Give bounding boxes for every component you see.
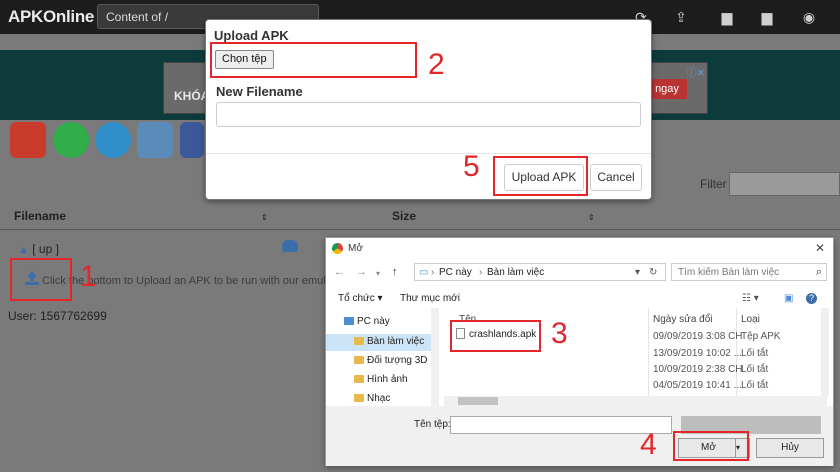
folder-icon xyxy=(354,394,364,402)
search-icon: ⌕ xyxy=(815,266,822,278)
column-type[interactable]: Loại xyxy=(741,314,760,325)
file-date: 04/05/2019 10:41 ... xyxy=(653,380,742,391)
tree-item-desktop[interactable]: Bàn làm việc xyxy=(354,336,424,347)
ad-cta[interactable]: ngay xyxy=(647,79,687,99)
forward-icon[interactable]: → xyxy=(356,266,367,278)
chevron-right-icon: › xyxy=(479,267,483,278)
tree-item-pictures[interactable]: Hình ảnh xyxy=(354,374,408,385)
app-grid-icon[interactable] xyxy=(137,122,173,158)
annotation-box-2 xyxy=(210,42,417,78)
filter-input[interactable] xyxy=(729,172,840,196)
chrome-icon xyxy=(332,243,343,254)
annotation-number-5: 5 xyxy=(463,150,480,183)
pc-icon xyxy=(344,317,354,325)
path-label: Content of / xyxy=(106,10,169,24)
search-placeholder: Tìm kiếm Bàn làm việc xyxy=(678,267,780,278)
preview-pane-icon[interactable]: ▣ xyxy=(784,293,793,304)
pc-icon: ▭ xyxy=(419,267,429,278)
header-divider xyxy=(0,229,840,230)
organize-menu[interactable]: Tổ chức ▾ xyxy=(338,293,383,304)
file-type: Lối tắt xyxy=(741,380,769,391)
file-type: Lối tắt xyxy=(741,364,769,375)
address-bar[interactable]: ▭ › PC này › Bàn làm việc ▾ ↻ xyxy=(414,263,666,281)
upload-icon[interactable]: ⇪ xyxy=(672,8,690,26)
annotation-box-4 xyxy=(673,431,749,461)
filter-label: Filter xyxy=(700,177,727,191)
file-date: 13/09/2019 10:02 ... xyxy=(653,348,742,359)
dialog-title: Mở xyxy=(348,243,363,254)
annotation-number-1: 1 xyxy=(80,260,97,293)
breadcrumb-desktop[interactable]: Bàn làm việc xyxy=(487,267,544,278)
up-arrow-icon[interactable]: ↑ xyxy=(392,266,398,278)
tree-item-pc[interactable]: PC này xyxy=(344,316,390,327)
folder-icon[interactable]: ▆ xyxy=(718,8,736,26)
back-icon[interactable]: ← xyxy=(334,266,345,278)
chevron-right-icon: › xyxy=(431,267,435,278)
chevron-down-icon[interactable]: ▾ xyxy=(376,269,380,278)
android-icon[interactable]: ◉ xyxy=(800,8,818,26)
new-folder-button[interactable]: Thư mục mới xyxy=(400,293,460,304)
annotation-box-5 xyxy=(493,156,588,196)
new-filename-input[interactable] xyxy=(216,102,641,127)
folder-icon xyxy=(354,337,364,345)
telegram-icon[interactable] xyxy=(95,122,131,158)
angry-birds-icon[interactable] xyxy=(10,122,46,158)
folder-open-icon[interactable]: ▆ xyxy=(758,8,776,26)
ad-close-icon[interactable]: ⓘ✕ xyxy=(687,64,705,79)
column-date[interactable]: Ngày sửa đổi xyxy=(653,314,713,325)
annotation-number-4: 4 xyxy=(640,428,657,461)
annotation-box-1 xyxy=(10,258,72,301)
app-title: APKOnline xyxy=(8,7,95,26)
facebook-icon[interactable] xyxy=(180,122,204,158)
filename-input[interactable] xyxy=(450,416,672,434)
column-divider xyxy=(648,308,649,408)
cancel-open-button[interactable]: Hủy xyxy=(756,438,824,458)
annotation-number-2: 2 xyxy=(428,48,445,81)
chevron-up-icon: ▲ xyxy=(18,244,29,256)
file-type: Tệp APK xyxy=(741,331,781,342)
scroll-thumb[interactable] xyxy=(458,397,498,405)
folder-icon xyxy=(354,356,364,364)
tree-item-3d[interactable]: Đối tượng 3D xyxy=(354,355,428,366)
help-icon[interactable]: ? xyxy=(806,293,817,304)
whatsapp-icon[interactable] xyxy=(53,122,89,158)
file-date: 09/09/2019 3:08 CH xyxy=(653,331,743,342)
sort-icon[interactable]: ⇕ xyxy=(261,213,268,222)
sort-icon[interactable]: ⇕ xyxy=(588,213,595,222)
file-date: 10/09/2019 2:38 CH xyxy=(653,364,743,375)
file-type: Lối tắt xyxy=(741,348,769,359)
column-filename[interactable]: Filename xyxy=(14,209,66,223)
annotation-number-3: 3 xyxy=(551,317,568,350)
chevron-down-icon[interactable]: ▾ xyxy=(635,267,640,278)
horizontal-scrollbar[interactable] xyxy=(444,396,827,406)
column-size[interactable]: Size xyxy=(392,209,416,223)
close-icon[interactable]: ✕ xyxy=(815,241,825,255)
nav-scrollbar[interactable] xyxy=(431,308,439,416)
refresh-icon[interactable]: ↻ xyxy=(649,267,657,278)
user-id: User: 1567762699 xyxy=(8,309,107,323)
view-icon[interactable]: ☷ ▾ xyxy=(742,293,759,304)
annotation-box-3 xyxy=(450,320,541,352)
navigation-pane: PC này Bàn làm việc Đối tượng 3D Hình ản… xyxy=(326,308,438,416)
up-link[interactable]: ▲ [ up ] xyxy=(18,242,59,256)
upload-title: Upload APK xyxy=(214,28,289,43)
filename-label: Tên tệp: xyxy=(414,419,451,430)
tree-item-music[interactable]: Nhạc xyxy=(354,393,390,404)
cancel-button[interactable]: Cancel xyxy=(590,164,642,191)
folder-icon xyxy=(354,375,364,383)
breadcrumb-pc[interactable]: PC này xyxy=(439,267,472,278)
file-list-scrollbar[interactable] xyxy=(821,308,829,396)
cloud-download-icon[interactable] xyxy=(282,240,298,252)
new-filename-label: New Filename xyxy=(216,84,303,99)
up-label: [ up ] xyxy=(32,242,59,256)
modal-divider xyxy=(206,153,651,154)
search-box[interactable]: Tìm kiếm Bàn làm việc ⌕ xyxy=(671,263,827,281)
file-open-dialog: Mở ✕ ← → ▾ ↑ ▭ › PC này › Bàn làm việc ▾… xyxy=(325,237,834,466)
